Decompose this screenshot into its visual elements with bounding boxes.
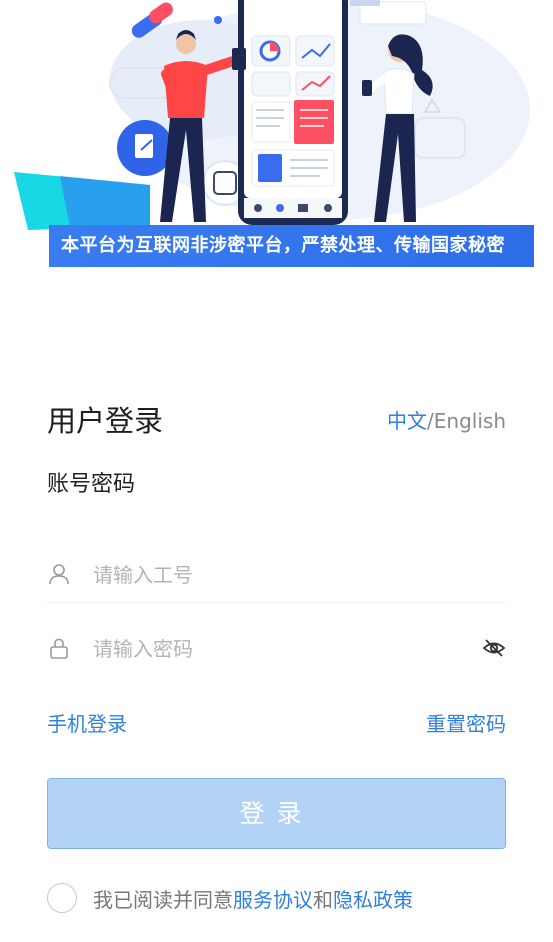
- security-notice-banner: 本平台为互联网非涉密平台，严禁处理、传输国家秘密: [49, 225, 534, 267]
- password-field: [47, 620, 506, 678]
- agreement-checkbox[interactable]: [47, 883, 77, 913]
- agreement-prefix: 我已阅读并同意: [93, 888, 233, 912]
- password-input[interactable]: [91, 620, 475, 678]
- privacy-policy-link[interactable]: 隐私政策: [333, 888, 413, 912]
- login-method-title: 账号密码: [47, 472, 136, 497]
- agreement-text: 我已阅读并同意服务协议和隐私政策: [93, 884, 413, 913]
- agreement-conjunction: 和: [313, 888, 333, 912]
- login-button[interactable]: 登录: [47, 778, 506, 849]
- language-option-english[interactable]: English: [434, 409, 506, 433]
- language-option-chinese[interactable]: 中文: [387, 409, 427, 433]
- language-switch[interactable]: 中文/English: [387, 405, 506, 434]
- lock-icon: [50, 638, 68, 659]
- hero-illustration: 本平台为互联网非涉密平台，严禁处理、传输国家秘密: [0, 0, 553, 270]
- username-field: [47, 546, 506, 604]
- language-separator: /: [427, 409, 434, 433]
- username-input[interactable]: [91, 546, 475, 604]
- phone-login-link[interactable]: 手机登录: [47, 708, 127, 737]
- eye-off-icon[interactable]: [482, 636, 506, 660]
- user-icon: [49, 564, 69, 585]
- service-agreement-link[interactable]: 服务协议: [233, 888, 313, 912]
- page-title: 用户登录: [47, 404, 164, 438]
- reset-password-link[interactable]: 重置密码: [426, 708, 506, 737]
